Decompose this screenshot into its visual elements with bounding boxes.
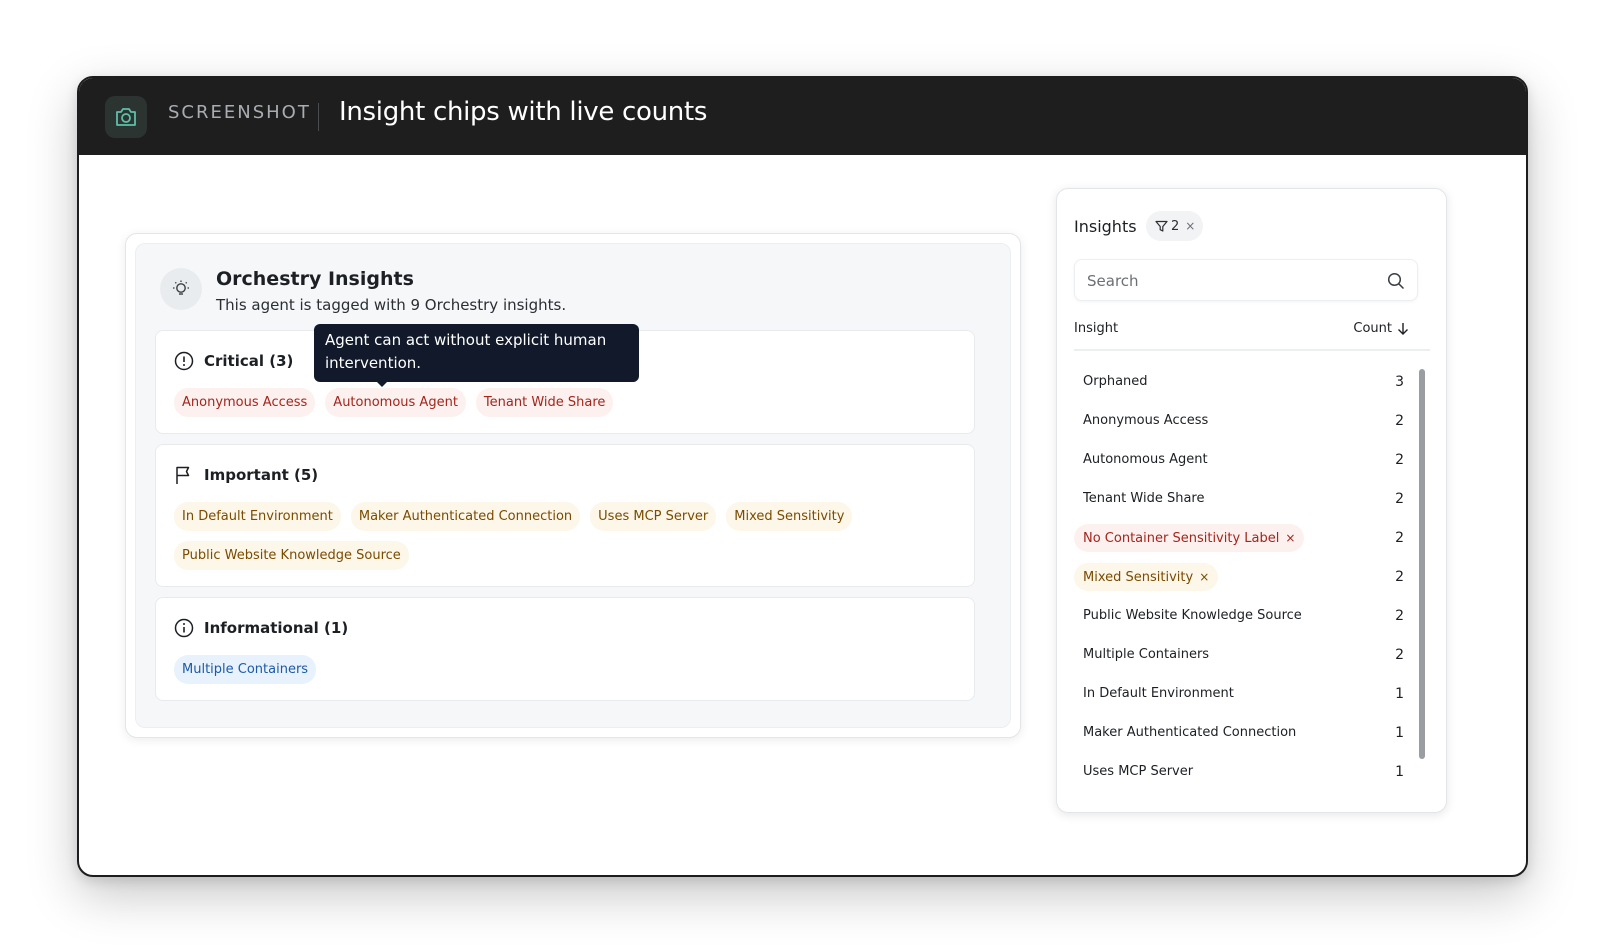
insight-name-selected: Mixed Sensitivity × xyxy=(1074,563,1219,591)
informational-section: Informational (1) Multiple Containers xyxy=(155,597,975,701)
window-title: Insight chips with live counts xyxy=(339,97,708,127)
chip-tenant-wide-share[interactable]: Tenant Wide Share xyxy=(475,388,614,417)
insights-table-header: Insight Count xyxy=(1074,321,1430,351)
insight-row-selected[interactable]: Mixed Sensitivity × 2 xyxy=(1074,559,1404,598)
insight-name: Autonomous Agent xyxy=(1083,452,1208,467)
insight-count: 1 xyxy=(1395,686,1404,702)
insight-row[interactable]: Tenant Wide Share 2 xyxy=(1074,481,1404,520)
insight-row[interactable]: Uses MCP Server 1 xyxy=(1074,754,1404,793)
column-header-insight[interactable]: Insight xyxy=(1074,321,1118,336)
lightbulb-icon xyxy=(160,268,202,310)
critical-header: Critical (3) xyxy=(174,351,293,371)
orchestry-insights-title: Orchestry Insights xyxy=(216,268,414,290)
important-label: Important (5) xyxy=(204,466,319,484)
orchestry-insights-card: Orchestry Insights This agent is tagged … xyxy=(125,233,1021,738)
clear-filters-icon[interactable]: × xyxy=(1185,219,1195,233)
active-filter-badge[interactable]: 2 × xyxy=(1146,211,1203,241)
insight-name: Anonymous Access xyxy=(1083,413,1209,428)
orchestry-insights-subtitle: This agent is tagged with 9 Orchestry in… xyxy=(216,296,567,314)
chip-public-website-knowledge-source[interactable]: Public Website Knowledge Source xyxy=(174,541,409,570)
insight-name: Maker Authenticated Connection xyxy=(1083,725,1297,740)
column-header-count[interactable]: Count xyxy=(1353,321,1409,336)
insight-count: 2 xyxy=(1395,608,1404,624)
insights-list: Orphaned 3 Anonymous Access 2 Autonomous… xyxy=(1074,364,1404,793)
chip-mixed-sensitivity[interactable]: Mixed Sensitivity xyxy=(726,502,853,531)
insight-name: Public Website Knowledge Source xyxy=(1083,608,1302,623)
chip-multiple-containers[interactable]: Multiple Containers xyxy=(174,655,317,684)
insight-name-text: Mixed Sensitivity xyxy=(1083,570,1194,585)
insight-count: 2 xyxy=(1395,569,1404,585)
insight-row[interactable]: Maker Authenticated Connection 1 xyxy=(1074,715,1404,754)
title-separator xyxy=(318,103,319,131)
insight-row-selected[interactable]: No Container Sensitivity Label × 2 xyxy=(1074,520,1404,559)
sort-descending-icon xyxy=(1398,323,1408,335)
orchestry-insights-inner: Orchestry Insights This agent is tagged … xyxy=(135,243,1011,728)
title-bar: SCREENSHOT Insight chips with live count… xyxy=(79,78,1526,155)
informational-header: Informational (1) xyxy=(174,618,348,638)
informational-chips: Multiple Containers xyxy=(174,655,956,684)
insight-name: Uses MCP Server xyxy=(1083,764,1194,779)
insight-name: Tenant Wide Share xyxy=(1083,491,1205,506)
insight-row[interactable]: Orphaned 3 xyxy=(1074,364,1404,403)
list-bottom-fade xyxy=(1058,791,1446,811)
camera-icon xyxy=(105,96,147,138)
search-box xyxy=(1074,259,1418,301)
insight-count: 1 xyxy=(1395,725,1404,741)
critical-chips: Anonymous Access Autonomous Agent Tenant… xyxy=(174,388,956,417)
insight-name-text: No Container Sensitivity Label xyxy=(1083,531,1280,546)
chip-anonymous-access[interactable]: Anonymous Access xyxy=(174,388,316,417)
alert-circle-icon xyxy=(174,351,194,371)
insight-row[interactable]: Public Website Knowledge Source 2 xyxy=(1074,598,1404,637)
autonomous-agent-tooltip: Agent can act without explicit human int… xyxy=(314,324,639,382)
informational-label: Informational (1) xyxy=(204,619,349,637)
insight-row[interactable]: In Default Environment 1 xyxy=(1074,676,1404,715)
filter-count: 2 xyxy=(1171,218,1180,234)
insight-count: 2 xyxy=(1395,530,1404,546)
insights-filter-panel: Insights 2 × Insight Count xyxy=(1056,188,1447,813)
insight-row[interactable]: Autonomous Agent 2 xyxy=(1074,442,1404,481)
remove-filter-icon[interactable]: × xyxy=(1285,531,1295,545)
chip-uses-mcp-server[interactable]: Uses MCP Server xyxy=(590,502,717,531)
screenshot-frame: SCREENSHOT Insight chips with live count… xyxy=(77,76,1528,877)
chip-in-default-environment[interactable]: In Default Environment xyxy=(174,502,341,531)
tooltip-arrow xyxy=(375,380,389,387)
important-header: Important (5) xyxy=(174,465,318,485)
count-header-label: Count xyxy=(1353,321,1392,336)
insight-row[interactable]: Multiple Containers 2 xyxy=(1074,637,1404,676)
insight-name: Orphaned xyxy=(1083,374,1148,389)
insight-name-selected: No Container Sensitivity Label × xyxy=(1074,524,1305,552)
insight-count: 2 xyxy=(1395,491,1404,507)
insight-count: 3 xyxy=(1395,374,1404,390)
insight-count: 2 xyxy=(1395,647,1404,663)
filter-icon xyxy=(1155,220,1168,232)
insight-name: Multiple Containers xyxy=(1083,647,1210,662)
critical-label: Critical (3) xyxy=(204,352,294,370)
search-input[interactable] xyxy=(1087,270,1367,292)
insights-panel-title: Insights xyxy=(1074,217,1137,236)
screenshot-label: SCREENSHOT xyxy=(168,102,311,123)
insight-count: 2 xyxy=(1395,452,1404,468)
flag-icon xyxy=(176,466,190,484)
insight-count: 2 xyxy=(1395,413,1404,429)
insight-name: In Default Environment xyxy=(1083,686,1234,701)
search-icon[interactable] xyxy=(1387,272,1405,290)
remove-filter-icon[interactable]: × xyxy=(1199,570,1209,584)
info-circle-icon xyxy=(174,618,194,638)
insight-row[interactable]: Anonymous Access 2 xyxy=(1074,403,1404,442)
important-section: Important (5) In Default Environment Mak… xyxy=(155,444,975,587)
insights-list-scrollbar[interactable] xyxy=(1419,369,1425,759)
chip-maker-authenticated-connection[interactable]: Maker Authenticated Connection xyxy=(350,502,581,531)
chip-autonomous-agent[interactable]: Autonomous Agent xyxy=(325,388,466,417)
insight-count: 1 xyxy=(1395,764,1404,780)
important-chips: In Default Environment Maker Authenticat… xyxy=(174,502,956,570)
